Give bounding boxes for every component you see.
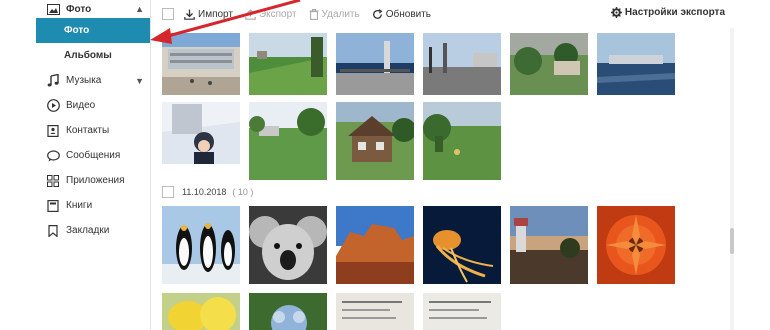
- photo-thumbnail[interactable]: [510, 206, 588, 284]
- refresh-label: Обновить: [385, 8, 432, 20]
- photo-thumbnail[interactable]: [162, 293, 240, 330]
- trash-icon: [309, 8, 319, 20]
- scrollbar-thumb[interactable]: [730, 228, 734, 254]
- sidebar-item-video[interactable]: Видео: [36, 93, 150, 118]
- download-icon: [184, 9, 195, 20]
- sidebar-item-label: Фото: [66, 3, 92, 15]
- photo-thumbnail[interactable]: [423, 206, 501, 284]
- chevron-up-icon[interactable]: ▲: [135, 4, 144, 14]
- date-group-header: 11.10.2018 ( 10 ): [162, 186, 253, 198]
- sidebar-item-label: Фото: [64, 25, 90, 36]
- sidebar-item-albums[interactable]: Альбомы: [36, 43, 150, 68]
- photo-thumbnail[interactable]: [336, 206, 414, 284]
- sidebar-item-bookmarks[interactable]: Закладки: [36, 218, 150, 243]
- group-count: ( 10 ): [232, 187, 254, 197]
- upload-icon: [245, 8, 256, 20]
- image-icon: [46, 2, 60, 16]
- sidebar: Фото ▲ Фото Альбомы Музыка ▼ Видео Конта…: [36, 0, 151, 330]
- book-icon: [46, 199, 60, 213]
- photo-thumbnail[interactable]: [162, 206, 240, 284]
- play-circle-icon: [46, 99, 60, 113]
- chevron-down-icon[interactable]: ▼: [135, 76, 144, 86]
- sidebar-item-music[interactable]: Музыка ▼: [36, 68, 150, 93]
- photo-thumbnail[interactable]: [597, 33, 675, 95]
- sidebar-item-photo[interactable]: Фото: [36, 18, 150, 43]
- photo-thumbnail[interactable]: [249, 33, 327, 95]
- select-all-checkbox[interactable]: [162, 8, 174, 20]
- sidebar-item-messages[interactable]: Сообщения: [36, 143, 150, 168]
- photo-thumbnail[interactable]: [249, 206, 327, 284]
- apps-grid-icon: [46, 174, 60, 188]
- photo-thumbnail[interactable]: [162, 102, 240, 164]
- export-settings-button[interactable]: Настройки экспорта: [610, 7, 725, 18]
- import-label: Импорт: [198, 8, 233, 20]
- music-note-icon: [46, 74, 60, 88]
- contact-card-icon: [46, 124, 60, 138]
- toolbar: Импорт Экспорт Удалить Обновить Настройк…: [150, 0, 735, 28]
- export-label: Экспорт: [258, 8, 297, 20]
- export-button[interactable]: Экспорт: [245, 9, 297, 20]
- sidebar-item-contacts[interactable]: Контакты: [36, 118, 150, 143]
- import-button[interactable]: Импорт: [184, 9, 233, 20]
- delete-button[interactable]: Удалить: [309, 9, 360, 20]
- refresh-icon: [372, 8, 383, 20]
- sidebar-item-apps[interactable]: Приложения: [36, 168, 150, 193]
- photo-thumbnail[interactable]: [423, 33, 501, 95]
- export-settings-label: Настройки экспорта: [624, 7, 725, 18]
- sidebar-item-label: Книги: [66, 200, 93, 211]
- photo-thumbnail[interactable]: [597, 206, 675, 284]
- photo-thumbnail[interactable]: [336, 102, 414, 180]
- group-date: 11.10.2018: [182, 187, 227, 197]
- vertical-scrollbar[interactable]: [730, 28, 734, 330]
- photo-thumbnail[interactable]: [249, 102, 327, 180]
- photo-thumbnail[interactable]: [423, 102, 501, 180]
- bookmark-icon: [46, 224, 60, 238]
- photo-thumbnail[interactable]: [249, 293, 327, 330]
- photo-thumbnail[interactable]: [423, 293, 501, 330]
- sidebar-item-label: Закладки: [66, 225, 110, 236]
- gear-icon: [610, 7, 622, 18]
- sidebar-item-label: Сообщения: [66, 150, 121, 161]
- sidebar-item-books[interactable]: Книги: [36, 193, 150, 218]
- delete-label: Удалить: [321, 8, 360, 20]
- photo-thumbnail[interactable]: [336, 293, 414, 330]
- sidebar-item-label: Приложения: [66, 175, 125, 186]
- sidebar-item-photos-header[interactable]: Фото ▲: [36, 0, 150, 18]
- sidebar-item-label: Контакты: [66, 125, 110, 136]
- photo-thumbnail[interactable]: [336, 33, 414, 95]
- photo-thumbnail[interactable]: [510, 33, 588, 95]
- group-select-checkbox[interactable]: [162, 186, 174, 198]
- sidebar-item-label: Видео: [66, 100, 96, 111]
- sidebar-item-label: Альбомы: [64, 50, 112, 61]
- chat-bubble-icon: [46, 149, 60, 163]
- sidebar-item-label: Музыка: [66, 75, 102, 86]
- refresh-button[interactable]: Обновить: [372, 9, 431, 20]
- photo-thumbnail[interactable]: [162, 33, 240, 95]
